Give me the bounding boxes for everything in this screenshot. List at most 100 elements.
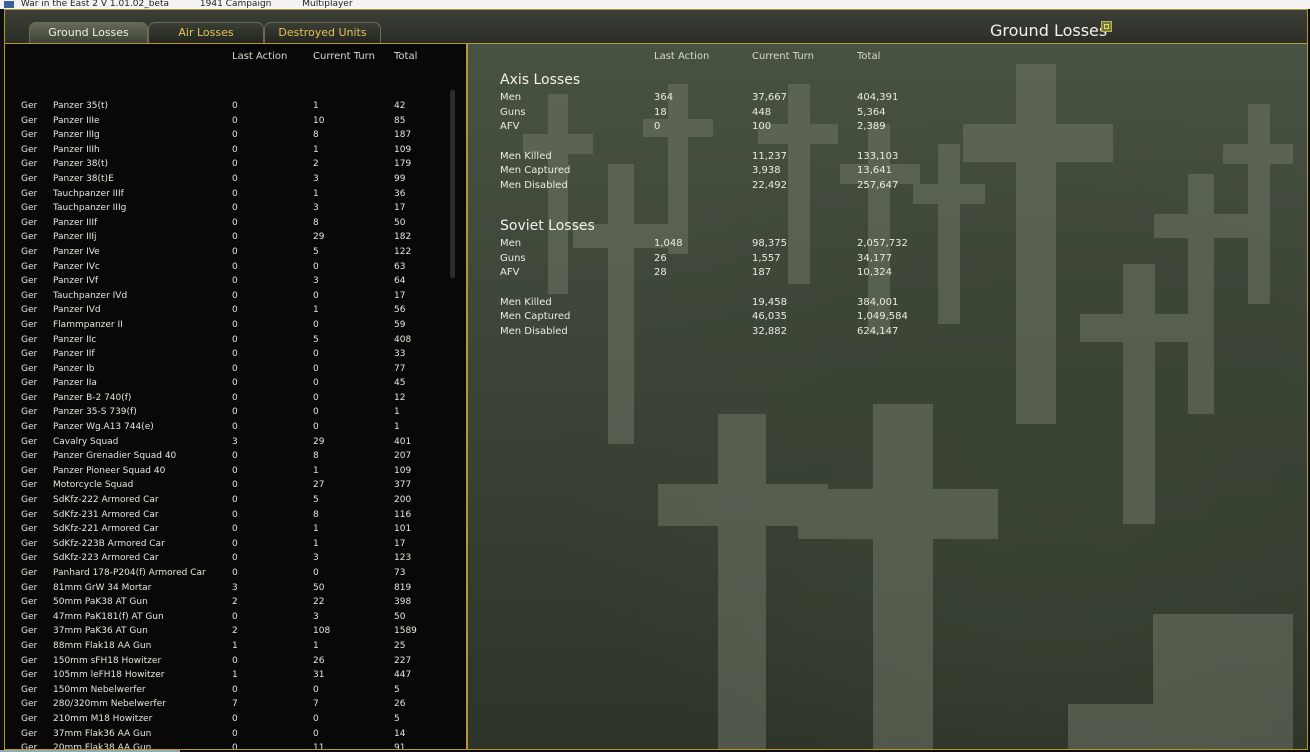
table-row[interactable]: Ger Panzer IIIj 0 29 182: [5, 231, 455, 246]
table-row[interactable]: Ger Panzer IIa 0 0 45: [5, 377, 455, 392]
table-row[interactable]: Ger 280/320mm Nebelwerfer 7 7 26: [5, 698, 455, 713]
summary-label: Men: [500, 92, 522, 103]
table-row[interactable]: Ger Panzer Pioneer Squad 40 0 1 109: [5, 465, 455, 480]
table-row[interactable]: Ger 210mm M18 Howitzer 0 0 5: [5, 713, 455, 728]
table-row[interactable]: Ger SdKfz-221 Armored Car 0 1 101: [5, 523, 455, 538]
row-total: 182: [394, 232, 412, 243]
table-row[interactable]: Ger 50mm PaK38 AT Gun 2 22 398: [5, 596, 455, 611]
row-current-turn: 3: [313, 203, 319, 214]
summary-total: 384,001: [857, 296, 899, 308]
summary-total: 10,324: [857, 267, 892, 279]
row-unit-name: Panzer IIIh: [53, 144, 100, 155]
row-last-action: 0: [232, 713, 238, 724]
row-total: 12: [394, 392, 406, 403]
table-row[interactable]: Ger Flammpanzer II 0 0 59: [5, 319, 455, 334]
table-row[interactable]: Ger Panzer IIc 0 5 408: [5, 334, 455, 349]
table-row[interactable]: Ger Panzer IIIh 0 1 109: [5, 144, 455, 159]
row-total: 73: [394, 568, 406, 578]
losses-window: Ground Losses Air Losses Destroyed Units…: [4, 9, 1308, 750]
table-row[interactable]: Ger Panzer Grenadier Squad 40 0 8 207: [5, 450, 455, 465]
table-row[interactable]: Ger Panzer 35-S 739(f) 0 0 1: [5, 406, 455, 421]
table-row[interactable]: Ger 47mm PaK181(f) AT Gun 0 3 50: [5, 611, 455, 626]
table-row[interactable]: Ger Tauchpanzer IIIg 0 3 17: [5, 202, 455, 217]
tab-destroyed-units[interactable]: Destroyed Units: [264, 22, 381, 43]
row-total: 207: [394, 451, 412, 462]
table-row[interactable]: Ger Motorcycle Squad 0 27 377: [5, 479, 455, 494]
table-row[interactable]: Ger 81mm GrW 34 Mortar 3 50 819: [5, 582, 455, 597]
table-row[interactable]: Ger Panzer B-2 740(f) 0 0 12: [5, 392, 455, 407]
table-row[interactable]: Ger Cavalry Squad 3 29 401: [5, 436, 455, 451]
table-row[interactable]: Ger 150mm sFH18 Howitzer 0 26 227: [5, 655, 455, 670]
row-unit-name: 37mm PaK36 AT Gun: [53, 626, 148, 637]
column-header-total[interactable]: Total: [394, 51, 417, 62]
row-last-action: 1: [232, 670, 238, 681]
row-nationality: Ger: [21, 626, 38, 637]
row-current-turn: 0: [313, 290, 319, 301]
summary-row: Men Disabled 22,492 257,647: [468, 180, 1307, 194]
table-row[interactable]: Ger SdKfz-231 Armored Car 0 8 116: [5, 509, 455, 524]
vertical-scrollbar[interactable]: [450, 90, 455, 278]
summary-row: AFV 0 100 2,389: [468, 121, 1307, 135]
row-last-action: 0: [232, 246, 238, 257]
table-row[interactable]: Ger 37mm Flak36 AA Gun 0 0 14: [5, 728, 455, 743]
row-nationality: Ger: [21, 451, 38, 462]
table-row[interactable]: Ger Panzer IIIe 0 10 85: [5, 115, 455, 130]
table-row[interactable]: Ger 88mm Flak18 AA Gun 1 1 25: [5, 640, 455, 655]
row-nationality: Ger: [21, 144, 38, 155]
notes-icon[interactable]: [1101, 21, 1112, 32]
table-row[interactable]: Ger 20mm Flak38 AA Gun 0 11 91: [5, 742, 455, 749]
row-current-turn: 0: [313, 349, 319, 360]
row-total: 179: [394, 159, 412, 170]
table-row[interactable]: Ger Panzer Ib 0 0 77: [5, 363, 455, 378]
row-current-turn: 11: [313, 743, 325, 749]
column-header-current-turn[interactable]: Current Turn: [313, 51, 375, 62]
row-unit-name: Tauchpanzer IIIg: [53, 203, 127, 214]
table-row[interactable]: Ger Panzer Wg.A13 744(e) 0 0 1: [5, 421, 455, 436]
row-nationality: Ger: [21, 101, 38, 111]
row-last-action: 0: [232, 173, 238, 184]
summary-current-turn: 32,882: [752, 326, 787, 337]
table-row[interactable]: Ger 105mm leFH18 Howitzer 1 31 447: [5, 669, 455, 684]
table-row[interactable]: Ger SdKfz-223B Armored Car 0 1 17: [5, 538, 455, 553]
row-last-action: 0: [232, 611, 238, 622]
tab-ground-losses[interactable]: Ground Losses: [29, 22, 148, 43]
table-row[interactable]: Ger Panzer IVd 0 1 56: [5, 304, 455, 319]
table-row[interactable]: Ger Panzer 38(t) 0 2 179: [5, 158, 455, 173]
row-total: 59: [394, 319, 406, 330]
tab-air-losses[interactable]: Air Losses: [148, 22, 264, 43]
table-row[interactable]: Ger SdKfz-223 Armored Car 0 3 123: [5, 552, 455, 567]
row-current-turn: 1: [313, 144, 319, 155]
row-total: 447: [394, 670, 412, 681]
row-unit-name: 81mm GrW 34 Mortar: [53, 582, 152, 593]
row-total: 109: [394, 144, 412, 155]
table-row[interactable]: Ger 150mm Nebelwerfer 0 0 5: [5, 684, 455, 699]
table-row[interactable]: Ger SdKfz-222 Armored Car 0 5 200: [5, 494, 455, 509]
row-last-action: 0: [232, 349, 238, 360]
table-row[interactable]: Ger Panzer IIf 0 0 33: [5, 348, 455, 363]
summary-last-action: 0: [654, 121, 661, 133]
table-row[interactable]: Ger Panzer IVc 0 0 63: [5, 261, 455, 276]
row-total: 1: [394, 407, 400, 418]
table-row[interactable]: Ger Panzer IVe 0 5 122: [5, 246, 455, 261]
row-current-turn: 8: [313, 509, 319, 520]
row-total: 45: [394, 378, 406, 389]
table-row[interactable]: Ger Panzer 38(t)E 0 3 99: [5, 173, 455, 188]
row-last-action: 0: [232, 743, 238, 749]
summary-row: Men 1,048 98,375 2,057,732: [468, 238, 1307, 252]
column-header-last-action[interactable]: Last Action: [232, 51, 287, 62]
table-row[interactable]: Ger Panzer IVf 0 3 64: [5, 275, 455, 290]
table-row[interactable]: Ger Panzer 35(t) 0 1 42: [5, 100, 455, 115]
table-row[interactable]: Ger 37mm PaK36 AT Gun 2 108 1589: [5, 625, 455, 640]
unit-losses-rows: Ger Panzer 35(t) 0 1 42 Ger Panzer IIIe 0 10 85 Ge…: [5, 100, 455, 749]
row-total: 819: [394, 582, 412, 593]
summary-label: Men Killed: [500, 150, 552, 162]
table-row[interactable]: Ger Tauchpanzer IIIf 0 1 36: [5, 188, 455, 203]
table-row[interactable]: Ger Panhard 178-P204(f) Armored Car 0 0 73: [5, 567, 455, 582]
table-row[interactable]: Ger Tauchpanzer IVd 0 0 17: [5, 290, 455, 305]
table-row[interactable]: Ger Panzer IIIg 0 8 187: [5, 129, 455, 144]
row-total: 17: [394, 290, 406, 301]
summary-total: 133,103: [857, 150, 899, 162]
summary-header-last-action: Last Action: [654, 51, 710, 62]
summary-total: 257,647: [857, 180, 899, 191]
table-row[interactable]: Ger Panzer IIIf 0 8 50: [5, 217, 455, 232]
